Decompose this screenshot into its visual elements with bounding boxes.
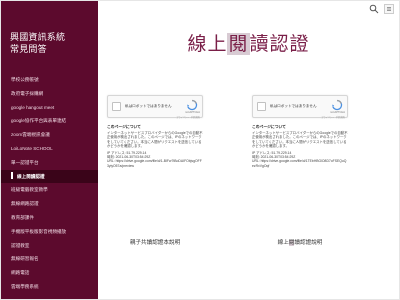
page-title-suffix: 讀認證: [249, 33, 310, 55]
sidebar-item-label: 班級電腦教室教學: [11, 187, 48, 193]
captcha-info: このページについて インターネットサービスプロバイダーからのGoogleでの自動…: [107, 125, 203, 168]
sidebar-item-label: 無線網路認證: [11, 201, 39, 207]
sidebar-item[interactable]: 雲端學務系統: [1, 280, 98, 294]
embed-card-right: 私はロボットではありません reCAPTCHA プライバシー - 利用規約 この…: [252, 95, 348, 168]
sidebar-item-label: 政府電子採購網: [11, 90, 44, 96]
info-url: URL: https://drive.google.com/file/d/1TE…: [252, 159, 347, 168]
site-title-line1: 興國資訊系統: [10, 32, 66, 42]
sidebar-item-label: 雲端學務系統: [11, 283, 39, 289]
page-title-prefix: 線上: [187, 33, 228, 55]
sidebar-item-label: 網路電話: [11, 270, 30, 276]
sidebar-item[interactable]: LoiLoNote SCHOOL: [1, 142, 98, 156]
recaptcha-logo-icon: [332, 99, 343, 111]
sidebar-item[interactable]: google hangout meet: [1, 101, 98, 115]
sidebar-item-label: 學校公務帳號: [11, 77, 39, 82]
recaptcha-logo-icon: [187, 99, 198, 111]
sidebar-item[interactable]: 手機版平板版影音視頻播放: [1, 225, 98, 239]
sidebar-nav: 學校公務帳號 政府電子採購網 google hangout meet google協作…: [1, 73, 98, 294]
sidebar-item[interactable]: zoom雲端視訊會議: [1, 128, 98, 142]
sidebar-item[interactable]: 無線網路認證: [1, 197, 98, 211]
caption-online-reading: 線上閱讀認證說明: [252, 238, 348, 246]
recaptcha-terms[interactable]: プライバシー - 利用規約: [321, 115, 345, 119]
sidebar-item-label: 教育部課件: [11, 214, 34, 220]
info-heading: このページについて: [252, 125, 286, 129]
recaptcha-checkbox[interactable]: [257, 102, 266, 111]
active-indicator: [11, 171, 13, 179]
sidebar: 興國資訊系統 常見問答 學校公務帳號 政府電子採購網 google hangout …: [1, 1, 98, 299]
caption-suffix: 讀認證說明: [294, 240, 323, 246]
sidebar-item-label: google hangout meet: [11, 104, 55, 110]
info-meta: IP アドレス: 51.79.229.14 時刻: 2021-06-30T03:…: [252, 151, 348, 168]
sidebar-item-label: zoom雲端視訊會議: [11, 132, 50, 138]
sidebar-item-label: 認證教室: [11, 242, 30, 248]
caption-parent-reading: 親子共讀認證本說明: [129, 240, 181, 246]
sidebar-item[interactable]: 線上閱讀認證: [1, 169, 98, 184]
page-title-highlight: 閱: [227, 33, 250, 55]
info-meta: IP アドレス: 51.79.229.14 時刻: 2021-06-30T03:…: [107, 151, 203, 168]
sidebar-item-label: 手機版平板版影音視頻播放: [11, 228, 67, 234]
site-title[interactable]: 興國資訊系統 常見問答: [10, 31, 94, 55]
caption-prefix: 線上: [277, 240, 289, 246]
recaptcha-label: 私はロボットではありません: [125, 104, 172, 108]
sidebar-item[interactable]: 教育部課件: [1, 211, 98, 225]
recaptcha-widget: 私はロボットではありません reCAPTCHA プライバシー - 利用規約: [252, 95, 348, 119]
sidebar-item[interactable]: 學校公務帳號: [1, 73, 98, 87]
info-body: インターネットサービスプロバイダーからのGoogleでの自動不正使用が検出されま…: [252, 131, 348, 148]
info-body: インターネットサービスプロバイダーからのGoogleでの自動不正使用が検出されま…: [107, 131, 203, 148]
sidebar-item[interactable]: 網路電話: [1, 266, 98, 280]
sidebar-item[interactable]: 政府電子採購網: [1, 87, 98, 101]
embed-card-left: 私はロボットではありません reCAPTCHA プライバシー - 利用規約 この…: [107, 95, 203, 168]
main-content: 線上閱讀認證 私はロボットではありません reCAPTCHA プライバシー - …: [98, 1, 399, 299]
recaptcha-checkbox[interactable]: [112, 102, 121, 111]
sidebar-item-label: LoiLoNote SCHOOL: [11, 145, 53, 151]
sidebar-item[interactable]: google協作平台與表單連結: [1, 114, 98, 128]
info-heading: このページについて: [107, 125, 141, 129]
site-title-line2: 常見問答: [10, 44, 47, 54]
sidebar-item-label: google協作平台與表單連結: [11, 118, 67, 124]
info-url: URL: https://drive.google.com/file/d/1-B…: [107, 159, 202, 168]
recaptcha-terms[interactable]: プライバシー - 利用規約: [176, 115, 200, 119]
page-title: 線上閱讀認證: [98, 29, 399, 56]
sidebar-item[interactable]: 無線研習報名: [1, 252, 98, 266]
sidebar-item[interactable]: 認證教室: [1, 239, 98, 253]
sidebar-item-label: 線上閱讀認證: [17, 173, 45, 179]
sidebar-item-label: 無線研習報名: [11, 256, 39, 262]
sidebar-item-label: 單一認證平台: [11, 159, 39, 165]
captcha-info: このページについて インターネットサービスプロバイダーからのGoogleでの自動…: [252, 125, 348, 168]
recaptcha-label: 私はロボットではありません: [270, 104, 317, 108]
sidebar-item[interactable]: 班級電腦教室教學: [1, 183, 98, 197]
sidebar-item[interactable]: 單一認證平台: [1, 156, 98, 170]
recaptcha-widget: 私はロボットではありません reCAPTCHA プライバシー - 利用規約: [107, 95, 203, 119]
